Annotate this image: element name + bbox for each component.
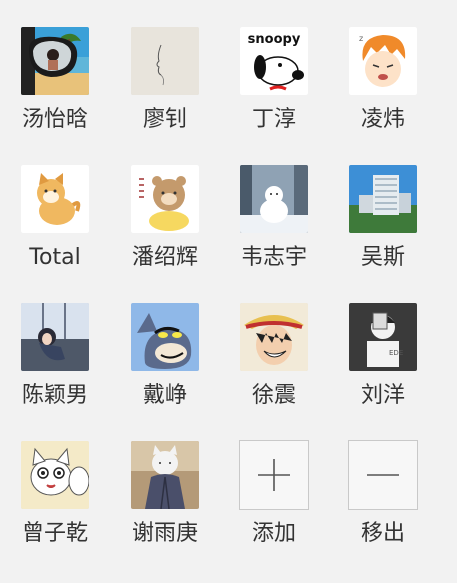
building-photo-avatar[interactable] [349, 165, 417, 233]
member-item[interactable]: 廖钊 [110, 0, 220, 135]
member-item[interactable]: 吴斯 [328, 138, 438, 273]
member-name: 凌炜 [360, 107, 405, 132]
add-member-button[interactable]: 添加 [219, 414, 329, 549]
member-name: Total [29, 245, 81, 270]
sketch-face-avatar[interactable] [131, 27, 199, 95]
member-item[interactable]: 谢雨庚 [110, 414, 220, 549]
tom-cat-avatar[interactable] [131, 303, 199, 371]
svg-text:snoopy: snoopy [248, 32, 301, 47]
member-name: 吴斯 [360, 245, 405, 270]
member-name: 陈颖男 [21, 383, 88, 408]
member-item[interactable]: EDE 刘洋 [328, 276, 438, 411]
member-name: 廖钊 [142, 107, 187, 132]
member-item[interactable]: 韦志宇 [219, 138, 329, 273]
member-name: 汤怡晗 [21, 107, 88, 132]
member-name: 刘洋 [360, 383, 405, 408]
svg-text:z: z [359, 34, 363, 43]
member-item[interactable]: snoopy 丁淳 [219, 0, 329, 135]
member-name: 潘绍辉 [131, 245, 198, 270]
member-name: 徐震 [251, 383, 296, 408]
member-name: 曾子乾 [21, 521, 88, 546]
member-item[interactable]: 曾子乾 [0, 414, 110, 549]
member-name: 丁淳 [251, 107, 296, 132]
member-item[interactable]: 潘绍辉 [110, 138, 220, 273]
luffy-avatar[interactable] [240, 303, 308, 371]
member-name: 韦志宇 [240, 245, 307, 270]
remove-member-label: 移出 [360, 521, 405, 546]
add-member-label: 添加 [251, 521, 296, 546]
member-item[interactable]: Total [0, 138, 110, 273]
svg-text:EDE: EDE [389, 349, 403, 357]
anime-girl-window-avatar[interactable] [21, 303, 89, 371]
member-item[interactable]: 徐震 [219, 276, 329, 411]
snoopy-avatar[interactable]: snoopy [240, 27, 308, 95]
member-item[interactable]: z 凌炜 [328, 0, 438, 135]
white-cat-robe-avatar[interactable] [131, 441, 199, 509]
member-item[interactable]: 汤怡晗 [0, 0, 110, 135]
shiba-dog-avatar[interactable] [21, 165, 89, 233]
orange-hair-cartoon-avatar[interactable]: z [349, 27, 417, 95]
car-mirror-selfie-avatar[interactable] [21, 27, 89, 95]
cartoon-boy-dark-avatar[interactable]: EDE [349, 303, 417, 371]
member-item[interactable]: 戴峥 [110, 276, 220, 411]
member-grid: 汤怡晗 廖钊 snoopy 丁淳 z 凌炜 Total 潘绍辉 韦志宇 吴斯 陈… [0, 0, 457, 583]
remove-member-button[interactable]: 移出 [328, 414, 438, 549]
minus-icon[interactable] [348, 440, 418, 510]
cartoon-bear-avatar[interactable] [131, 165, 199, 233]
member-name: 谢雨庚 [131, 521, 198, 546]
member-name: 戴峥 [142, 383, 187, 408]
cartoon-cat-avatar[interactable] [21, 441, 89, 509]
plus-icon[interactable] [239, 440, 309, 510]
member-item[interactable]: 陈颖男 [0, 276, 110, 411]
white-dog-snow-avatar[interactable] [240, 165, 308, 233]
